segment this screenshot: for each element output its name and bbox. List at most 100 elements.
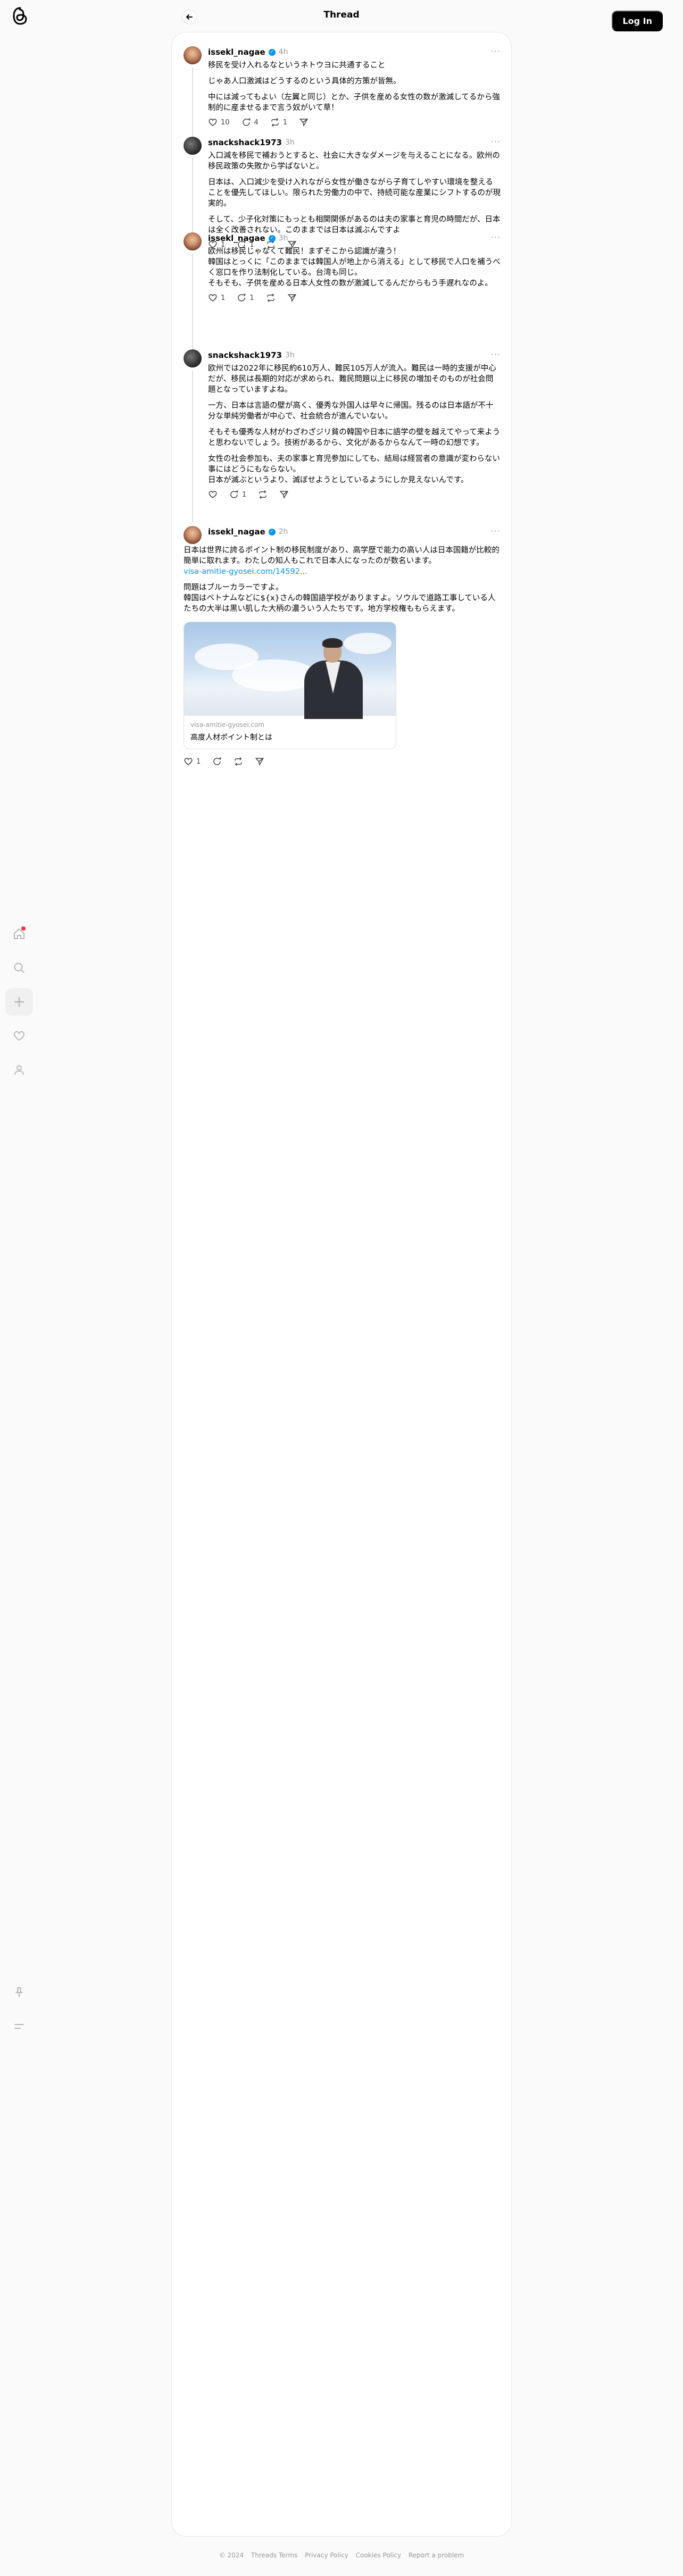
footer-link-cookies[interactable]: Cookies Policy <box>356 2552 401 2559</box>
thread-connector-line <box>192 68 193 140</box>
link-preview-card[interactable]: visa-amitie-gyosei.com 高度人材ポイント制とは <box>184 622 396 749</box>
heart-icon <box>209 294 217 302</box>
post-actions: 1 <box>208 490 501 499</box>
post-paragraph: 入口減を移民で補おうとすると、社会に大きなダメージを与えることになる。欧州の移民… <box>208 152 500 171</box>
avatar[interactable] <box>184 526 202 544</box>
repost-icon <box>259 490 267 499</box>
post-paragraph: 中には減ってもよい（左翼と同じ）とか、子供を産める女性の数が激減してるから強制的… <box>208 93 500 112</box>
pin-icon <box>15 1987 23 1997</box>
comment-icon <box>238 293 246 302</box>
send-icon <box>299 119 309 127</box>
nav-pin[interactable] <box>5 1978 33 2006</box>
post-paragraph: 欧州は移民じゃなくて難民！まずそこから認識が違う！ <box>208 247 401 256</box>
nav-menu[interactable] <box>5 2012 33 2040</box>
post-time: 4h <box>278 48 288 56</box>
post-link[interactable]: visa-amitie-gyosei.com/14592... <box>184 567 307 576</box>
post-paragraph: 女性の社会参加も、夫の家事と育児参加にしても、結局は経営者の意識が変わらない事に… <box>208 455 500 474</box>
avatar[interactable] <box>184 137 202 155</box>
post-text: 欧州は移民じゃなくて難民！まずそこから認識が違う！ 韓国はとっくに「このままでは… <box>208 246 501 289</box>
share-button[interactable] <box>299 118 309 127</box>
heart-icon <box>184 758 193 765</box>
username[interactable]: issekl_nagae <box>208 527 265 537</box>
post-paragraph: じゃあ人口激減はどうするのという具体的方策が皆無。 <box>208 77 401 86</box>
post-paragraph: 韓国はベトナムなどに${x}さんの韓国語学校がありますよ。ソウルで道路工事してい… <box>184 594 496 613</box>
avatar[interactable] <box>184 46 202 64</box>
heart-icon <box>209 119 217 126</box>
reply-button[interactable] <box>212 757 222 766</box>
nav-activity[interactable] <box>5 1022 33 1050</box>
repost-icon <box>266 293 274 303</box>
footer-link-privacy[interactable]: Privacy Policy <box>305 2552 348 2559</box>
post-actions: 1 <box>184 757 501 766</box>
post-paragraph: 一方、日本は言語の壁が高く、優秀な外国人は早々に帰国。残るのは日本語が不十分な単… <box>208 402 494 421</box>
username[interactable]: snackshack1973 <box>208 350 282 360</box>
post-text: 入口減を移民で補おうとすると、社会に大きなダメージを与えることになる。欧州の移民… <box>208 150 501 236</box>
more-options-icon[interactable]: ··· <box>491 137 501 147</box>
post-actions: 1 1 <box>208 293 501 303</box>
username[interactable]: snackshack1973 <box>208 138 282 147</box>
share-button[interactable] <box>287 293 297 303</box>
thread-connector-line <box>192 158 193 241</box>
verified-badge-icon: ✓ <box>268 528 276 536</box>
thread-post: ··· snackshack1973 3h 欧州では2022年に移民約610万人… <box>184 349 501 523</box>
reply-count: 1 <box>249 294 254 302</box>
repost-button[interactable] <box>258 490 268 499</box>
thread-post: ··· issekl_nagae ✓ 4h 移民を受け入れるなというネトウヨに共… <box>184 46 501 140</box>
profile-icon <box>14 1065 24 1075</box>
nav-create[interactable] <box>5 988 33 1016</box>
side-navigation <box>5 920 33 1090</box>
heart-icon <box>209 491 217 498</box>
nav-home[interactable] <box>5 920 33 948</box>
heart-icon <box>13 1031 25 1041</box>
more-options-icon[interactable]: ··· <box>491 232 501 242</box>
thread-connector-line <box>192 254 193 350</box>
post-time: 2h <box>278 528 288 536</box>
send-icon <box>287 294 296 303</box>
side-navigation-bottom <box>5 1978 33 2046</box>
more-options-icon[interactable]: ··· <box>491 46 501 56</box>
like-button[interactable]: 1 <box>184 757 201 766</box>
post-time: 3h <box>278 234 288 242</box>
post-paragraph: 移民を受け入れるなというネトウヨに共通すること <box>208 61 386 70</box>
post-paragraph: 韓国はとっくに「このままでは韓国人が地上から消える」として移民で人口を補うべく窓… <box>208 258 501 277</box>
avatar[interactable] <box>184 349 202 367</box>
link-preview-image <box>184 622 396 719</box>
main-post: ··· issekl_nagae ✓ 2h 日本は世界に誇るポイント制の移民制度… <box>184 526 501 766</box>
thread-connector-line <box>192 371 193 523</box>
plus-icon <box>14 997 24 1007</box>
nav-profile[interactable] <box>5 1056 33 1084</box>
more-options-icon[interactable]: ··· <box>491 349 501 359</box>
like-button[interactable]: 10 <box>208 118 230 127</box>
reply-button[interactable]: 1 <box>229 490 246 499</box>
link-preview-title: 高度人材ポイント制とは <box>190 733 272 742</box>
repost-button[interactable]: 1 <box>270 118 287 127</box>
post-time: 3h <box>285 138 295 147</box>
footer-link-report[interactable]: Report a problem <box>409 2552 464 2559</box>
post-actions: 10 4 1 <box>208 118 501 127</box>
reply-button[interactable]: 1 <box>237 293 254 303</box>
like-count: 1 <box>196 757 201 766</box>
nav-search[interactable] <box>5 954 33 982</box>
login-button[interactable]: Log In <box>612 11 663 31</box>
repost-icon <box>235 757 243 766</box>
avatar[interactable] <box>184 232 202 250</box>
share-button[interactable] <box>279 490 289 499</box>
footer: © 2024 Threads Terms Privacy Policy Cook… <box>0 2552 683 2559</box>
reply-button[interactable]: 4 <box>241 118 259 127</box>
repost-button[interactable] <box>234 757 243 766</box>
post-paragraph: 問題はブルーカラーですよ。 <box>184 583 284 592</box>
share-button[interactable] <box>255 757 264 766</box>
footer-link-terms[interactable]: Threads Terms <box>251 2552 297 2559</box>
username[interactable]: issekl_nagae <box>208 233 265 243</box>
comment-icon <box>242 118 251 126</box>
repost-button[interactable] <box>266 293 276 303</box>
post-time: 3h <box>285 351 295 359</box>
page-title: Thread <box>323 10 360 20</box>
post-paragraph: 欧州では2022年に移民約610万人、難民105万人が流入。難民は一時的支援が中… <box>208 364 496 394</box>
more-options-icon[interactable]: ··· <box>491 526 501 536</box>
like-button[interactable]: 1 <box>208 293 225 303</box>
username[interactable]: issekl_nagae <box>208 47 265 57</box>
footer-copyright: © 2024 <box>219 2552 244 2559</box>
menu-icon <box>14 2024 24 2029</box>
like-button[interactable] <box>208 490 218 499</box>
